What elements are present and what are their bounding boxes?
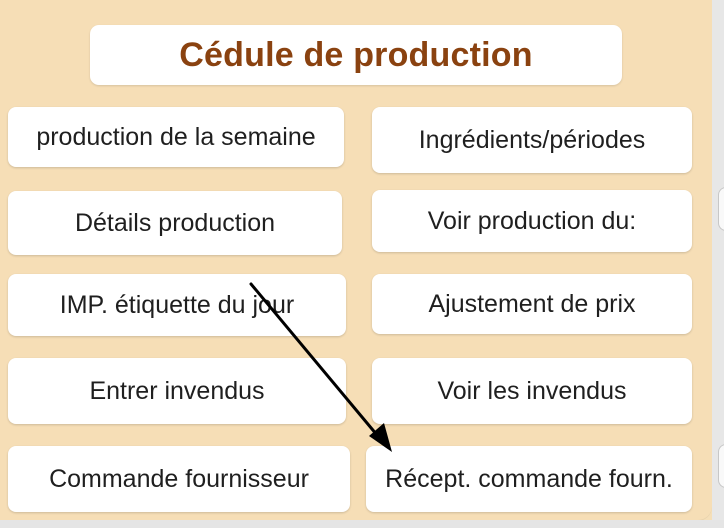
production-details-button[interactable]: Détails production [8, 191, 342, 255]
side-tab-upper[interactable] [718, 187, 724, 231]
week-production-button[interactable]: production de la semaine [8, 107, 344, 167]
ingredients-periods-label: Ingrédients/périodes [418, 125, 646, 154]
price-adjustment-label: Ajustement de prix [428, 289, 636, 318]
supplier-order-button[interactable]: Commande fournisseur [8, 446, 350, 512]
title-box: Cédule de production [90, 25, 622, 85]
bottom-window-edge [0, 520, 724, 528]
week-production-label: production de la semaine [36, 122, 316, 151]
see-unsold-label: Voir les invendus [437, 376, 627, 405]
production-details-label: Détails production [74, 208, 276, 237]
enter-unsold-button[interactable]: Entrer invendus [8, 358, 346, 424]
enter-unsold-label: Entrer invendus [89, 376, 265, 405]
print-day-label-button[interactable]: IMP. étiquette du jour [8, 274, 346, 336]
print-day-label-text: IMP. étiquette du jour [59, 290, 295, 319]
price-adjustment-button[interactable]: Ajustement de prix [372, 274, 692, 334]
see-unsold-button[interactable]: Voir les invendus [372, 358, 692, 424]
receive-supplier-order-label: Récept. commande fourn. [385, 464, 673, 493]
see-production-of-button[interactable]: Voir production du: [372, 190, 692, 252]
ingredients-periods-button[interactable]: Ingrédients/périodes [372, 107, 692, 173]
supplier-order-label: Commande fournisseur [49, 464, 309, 493]
see-production-of-label: Voir production du: [427, 206, 637, 235]
receive-supplier-order-button[interactable]: Récept. commande fourn. [366, 446, 692, 512]
page-title: Cédule de production [179, 36, 533, 74]
side-tab-lower[interactable] [718, 444, 724, 488]
